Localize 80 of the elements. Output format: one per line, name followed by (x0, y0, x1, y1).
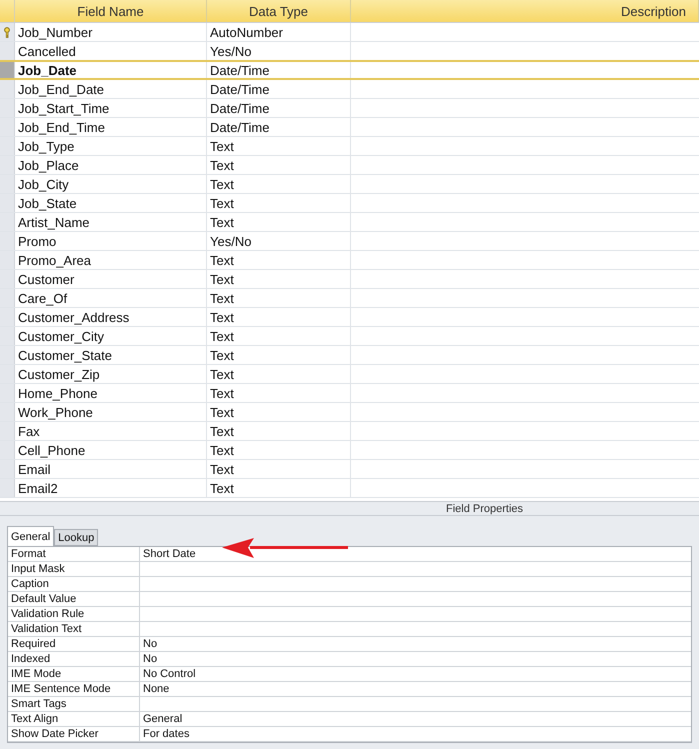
field-name-cell: Cancelled (15, 42, 207, 60)
field-name-cell: Promo_Area (15, 251, 207, 269)
property-label: IME Mode (8, 667, 140, 681)
field-name-cell: Cell_Phone (15, 441, 207, 459)
data-type-cell: Text (207, 403, 351, 421)
property-value[interactable]: No Control (140, 667, 691, 681)
property-label: Validation Text (8, 622, 140, 636)
property-label: Required (8, 637, 140, 651)
data-type-cell: Date/Time (207, 80, 351, 98)
field-name-cell: Customer_City (15, 327, 207, 345)
field-name-cell: Job_Number (15, 23, 207, 41)
tab[interactable]: Lookup (54, 529, 98, 546)
data-type-cell: Text (207, 213, 351, 231)
field-name-cell: Job_Type (15, 137, 207, 155)
data-type-cell: Yes/No (207, 232, 351, 250)
data-type-cell: Text (207, 251, 351, 269)
data-type-cell: Text (207, 289, 351, 307)
field-name-cell: Job_End_Date (15, 80, 207, 98)
data-type-cell: Text (207, 175, 351, 193)
property-label: Show Date Picker (8, 727, 140, 741)
field-name-cell: Job_City (15, 175, 207, 193)
key-icon (3, 26, 11, 38)
field-name-cell: Email (15, 460, 207, 478)
property-label: Caption (8, 577, 140, 591)
data-type-cell: Text (207, 460, 351, 478)
field-name-cell: Job_Place (15, 156, 207, 174)
property-label: Default Value (8, 592, 140, 606)
property-value[interactable]: None (140, 682, 691, 696)
property-label: Input Mask (8, 562, 140, 576)
data-type-cell: AutoNumber (207, 23, 351, 41)
data-type-cell: Text (207, 308, 351, 326)
data-type-cell: Text (207, 365, 351, 383)
data-type-cell: Date/Time (207, 62, 351, 78)
field-name-cell: Job_Start_Time (15, 99, 207, 117)
field-name-cell: Job_Date (15, 62, 207, 78)
property-value[interactable]: Short Date (140, 547, 691, 561)
field-name-cell: Job_End_Time (15, 118, 207, 136)
field-name-cell: Customer_State (15, 346, 207, 364)
data-type-cell: Text (207, 156, 351, 174)
properties-title: Field Properties (446, 502, 524, 514)
data-type-cell: Text (207, 422, 351, 440)
column-header: Data Type (207, 0, 351, 22)
data-type-cell: Text (207, 194, 351, 212)
data-type-cell: Text (207, 327, 351, 345)
property-label: Smart Tags (8, 697, 140, 711)
field-name-cell: Work_Phone (15, 403, 207, 421)
field-name-cell: Promo (15, 232, 207, 250)
column-header: Description (351, 0, 699, 22)
row-selector[interactable] (0, 23, 15, 41)
data-type-cell: Text (207, 346, 351, 364)
data-type-cell: Date/Time (207, 118, 351, 136)
field-name-cell: Email2 (15, 479, 207, 497)
field-name-cell: Artist_Name (15, 213, 207, 231)
property-label: Indexed (8, 652, 140, 666)
property-label: Format (8, 547, 140, 561)
data-type-cell: Text (207, 384, 351, 402)
data-type-cell: Text (207, 137, 351, 155)
property-label: Text Align (8, 712, 140, 726)
data-type-cell: Yes/No (207, 42, 351, 60)
data-type-cell: Date/Time (207, 99, 351, 117)
property-value[interactable]: For dates (140, 727, 691, 741)
property-value[interactable]: No (140, 652, 691, 666)
field-name-cell: Care_Of (15, 289, 207, 307)
column-header: Field Name (15, 0, 207, 22)
data-type-cell: Text (207, 441, 351, 459)
property-label: IME Sentence Mode (8, 682, 140, 696)
arrow-icon (222, 537, 348, 559)
field-name-cell: Fax (15, 422, 207, 440)
tab[interactable]: General (7, 526, 54, 546)
data-type-cell: Text (207, 479, 351, 497)
property-label: Validation Rule (8, 607, 140, 621)
property-value[interactable]: General (140, 712, 691, 726)
property-value[interactable]: No (140, 637, 691, 651)
row-selector[interactable] (0, 62, 15, 78)
field-name-cell: Customer_Zip (15, 365, 207, 383)
data-type-cell: Text (207, 270, 351, 288)
field-name-cell: Job_State (15, 194, 207, 212)
field-name-cell: Home_Phone (15, 384, 207, 402)
field-name-cell: Customer_Address (15, 308, 207, 326)
field-name-cell: Customer (15, 270, 207, 288)
